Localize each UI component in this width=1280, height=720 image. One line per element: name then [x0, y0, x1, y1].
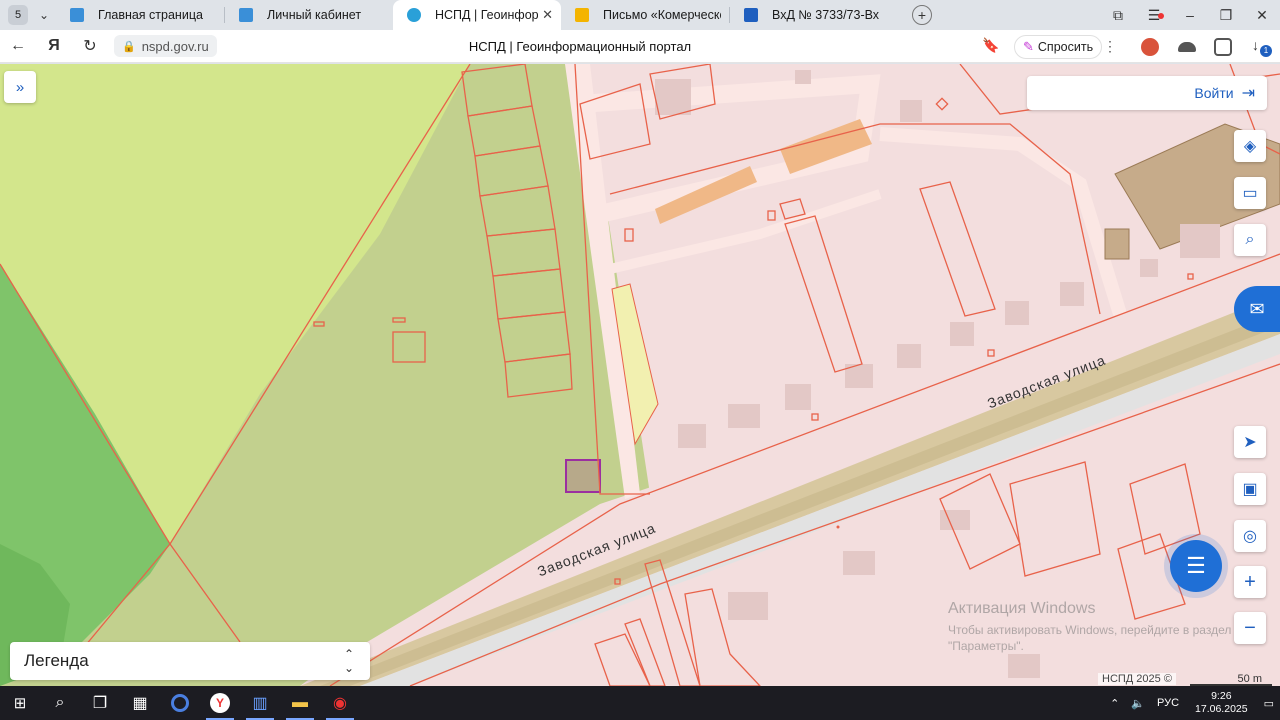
ask-button[interactable]: ✎ Спросить	[1014, 35, 1103, 59]
mail-favicon-icon	[575, 8, 589, 22]
system-tray: ⌃ 🔈 РУС 9:26 17.06.2025 ▭	[1104, 686, 1280, 720]
watermark-title: Активация Windows	[948, 600, 1096, 617]
tab-label: Главная страница	[98, 8, 203, 22]
tab-mail-letter[interactable]: Письмо «Комерческое пр	[561, 0, 729, 30]
watermark-text: "Параметры".	[948, 639, 1024, 653]
search-icon[interactable]: ⌕	[40, 686, 80, 720]
minimize-icon[interactable]: –	[1172, 7, 1208, 23]
more-options-icon[interactable]: ⋮	[1103, 38, 1117, 55]
chevron-up-icon[interactable]: ⌃	[1110, 697, 1119, 710]
app-building-icon[interactable]: ▦	[120, 686, 160, 720]
downloads-icon[interactable]: ↓ 1	[1252, 37, 1272, 57]
document-favicon-icon	[744, 8, 758, 22]
yandex-logo-icon[interactable]: Я	[36, 37, 72, 55]
ai-sparkle-icon: ✎	[1023, 39, 1034, 54]
area-search-icon[interactable]: ⌕	[1234, 224, 1266, 256]
bookmark-icon[interactable]: 🔖	[982, 37, 999, 54]
address-bar: ← Я ↻ 🔒 nspd.gov.ru НСПД | Геоинформацио…	[0, 30, 1280, 63]
attribution: НСПД 2025 ©	[1098, 673, 1176, 685]
tab-count-badge[interactable]: 5	[8, 5, 28, 25]
clock-date: 17.06.2025	[1195, 703, 1248, 715]
yandex-browser-icon[interactable]: Y	[200, 686, 240, 720]
tab-label: Письмо «Комерческое пр	[603, 8, 721, 22]
windows-start-icon[interactable]: ⊞	[0, 686, 40, 720]
volume-icon[interactable]: 🔈	[1131, 697, 1145, 710]
legend-label: Легенда	[24, 651, 89, 670]
app-red-icon[interactable]: ◉	[320, 686, 360, 720]
file-explorer-icon[interactable]: ▬	[280, 686, 320, 720]
windows-taskbar: ⊞ ⌕ ❐ ▦ Y ▥ ▬ ◉ ⌃ 🔈 РУС 9:26 17.06.2025 …	[0, 686, 1280, 720]
nspd-favicon-icon	[407, 8, 421, 22]
geo-position-icon[interactable]: ◎	[1234, 520, 1266, 552]
tab-label: ВхД № 3733/73-Вх	[772, 8, 880, 22]
clock[interactable]: 9:26 17.06.2025	[1195, 690, 1248, 716]
url-field[interactable]: 🔒 nspd.gov.ru	[114, 35, 217, 57]
clock-time: 9:26	[1211, 690, 1232, 702]
legend-panel[interactable]: Легенда ⌃ ⌄	[10, 642, 370, 680]
locate-icon[interactable]: ➤	[1234, 426, 1266, 458]
lock-icon: 🔒	[122, 40, 136, 53]
restore-icon[interactable]: ❐	[1208, 7, 1244, 24]
map-canvas[interactable]: Заводская улица Заводская улица » Войти …	[0, 64, 1280, 686]
highlighted-parcel	[565, 459, 601, 493]
scale-bar: 50 m	[1190, 673, 1272, 686]
tab-personal-account[interactable]: Личный кабинет	[225, 0, 393, 30]
login-label: Войти	[1194, 85, 1234, 101]
extension-puzzle-icon[interactable]	[1214, 38, 1232, 56]
tab-label: НСПД | Геоинформаци	[435, 8, 539, 22]
close-tab-icon[interactable]: ✕	[542, 7, 553, 23]
tab-strip: 5 ⌄ Главная страница Личный кабинет НСПД…	[0, 0, 1280, 30]
close-window-icon[interactable]: ✕	[1244, 7, 1280, 24]
ask-label: Спросить	[1037, 40, 1094, 54]
minimap-icon[interactable]: ▣	[1234, 473, 1266, 505]
help-assistant-icon[interactable]: ✉	[1234, 286, 1280, 332]
downloads-badge: 1	[1260, 45, 1272, 57]
expand-panel-button[interactable]: »	[4, 71, 36, 103]
login-arrow-icon: ⇥	[1241, 85, 1255, 102]
page-title: НСПД | Геоинформационный портал	[468, 39, 692, 54]
windows-activation-watermark: Активация Windows Чтобы активировать Win…	[948, 600, 1231, 654]
layers-icon[interactable]: ◈	[1234, 130, 1266, 162]
zoom-in-icon[interactable]: +	[1234, 566, 1266, 598]
tab-label: Личный кабинет	[267, 8, 362, 22]
gosuslugi-favicon-icon	[239, 8, 253, 22]
extension-hat-icon[interactable]	[1178, 42, 1196, 52]
reload-icon[interactable]: ↻	[72, 36, 108, 56]
tab-main-page[interactable]: Главная страница	[56, 0, 224, 30]
ruler-icon[interactable]: ▭	[1234, 177, 1266, 209]
watermark-text: Чтобы активировать Windows, перейдите в …	[948, 623, 1232, 637]
tab-nspd[interactable]: НСПД | Геоинформаци ✕	[393, 0, 561, 30]
zoom-out-icon[interactable]: −	[1234, 612, 1266, 644]
back-arrow-icon[interactable]: ←	[0, 37, 36, 55]
collections-icon[interactable]: ⧉	[1100, 7, 1136, 24]
new-tab-plus-icon[interactable]: +	[912, 5, 932, 25]
chevron-down-icon[interactable]: ⌄	[32, 3, 56, 27]
chevron-updown-icon[interactable]: ⌃ ⌄	[344, 647, 354, 675]
notifications-icon[interactable]: ▭	[1264, 697, 1274, 710]
chat-icon[interactable]: ☰	[1170, 540, 1222, 592]
gosuslugi-favicon-icon	[70, 8, 84, 22]
app-document-icon[interactable]: ▥	[240, 686, 280, 720]
extension-avatar-icon[interactable]	[1141, 38, 1159, 56]
menu-icon[interactable]: ☰	[1136, 7, 1172, 24]
building-brown-small	[1104, 228, 1130, 260]
map-layer	[0, 64, 1280, 686]
task-view-icon[interactable]: ❐	[80, 686, 120, 720]
point-marker	[836, 525, 840, 529]
app-c-icon[interactable]	[160, 686, 200, 720]
language-indicator[interactable]: РУС	[1157, 697, 1179, 709]
url-text: nspd.gov.ru	[141, 38, 209, 54]
login-button[interactable]: Войти ⇥	[1027, 76, 1267, 110]
tab-incoming-doc[interactable]: ВхД № 3733/73-Вх	[730, 0, 898, 30]
window-controls: ⧉ ☰ – ❐ ✕	[1100, 0, 1280, 30]
